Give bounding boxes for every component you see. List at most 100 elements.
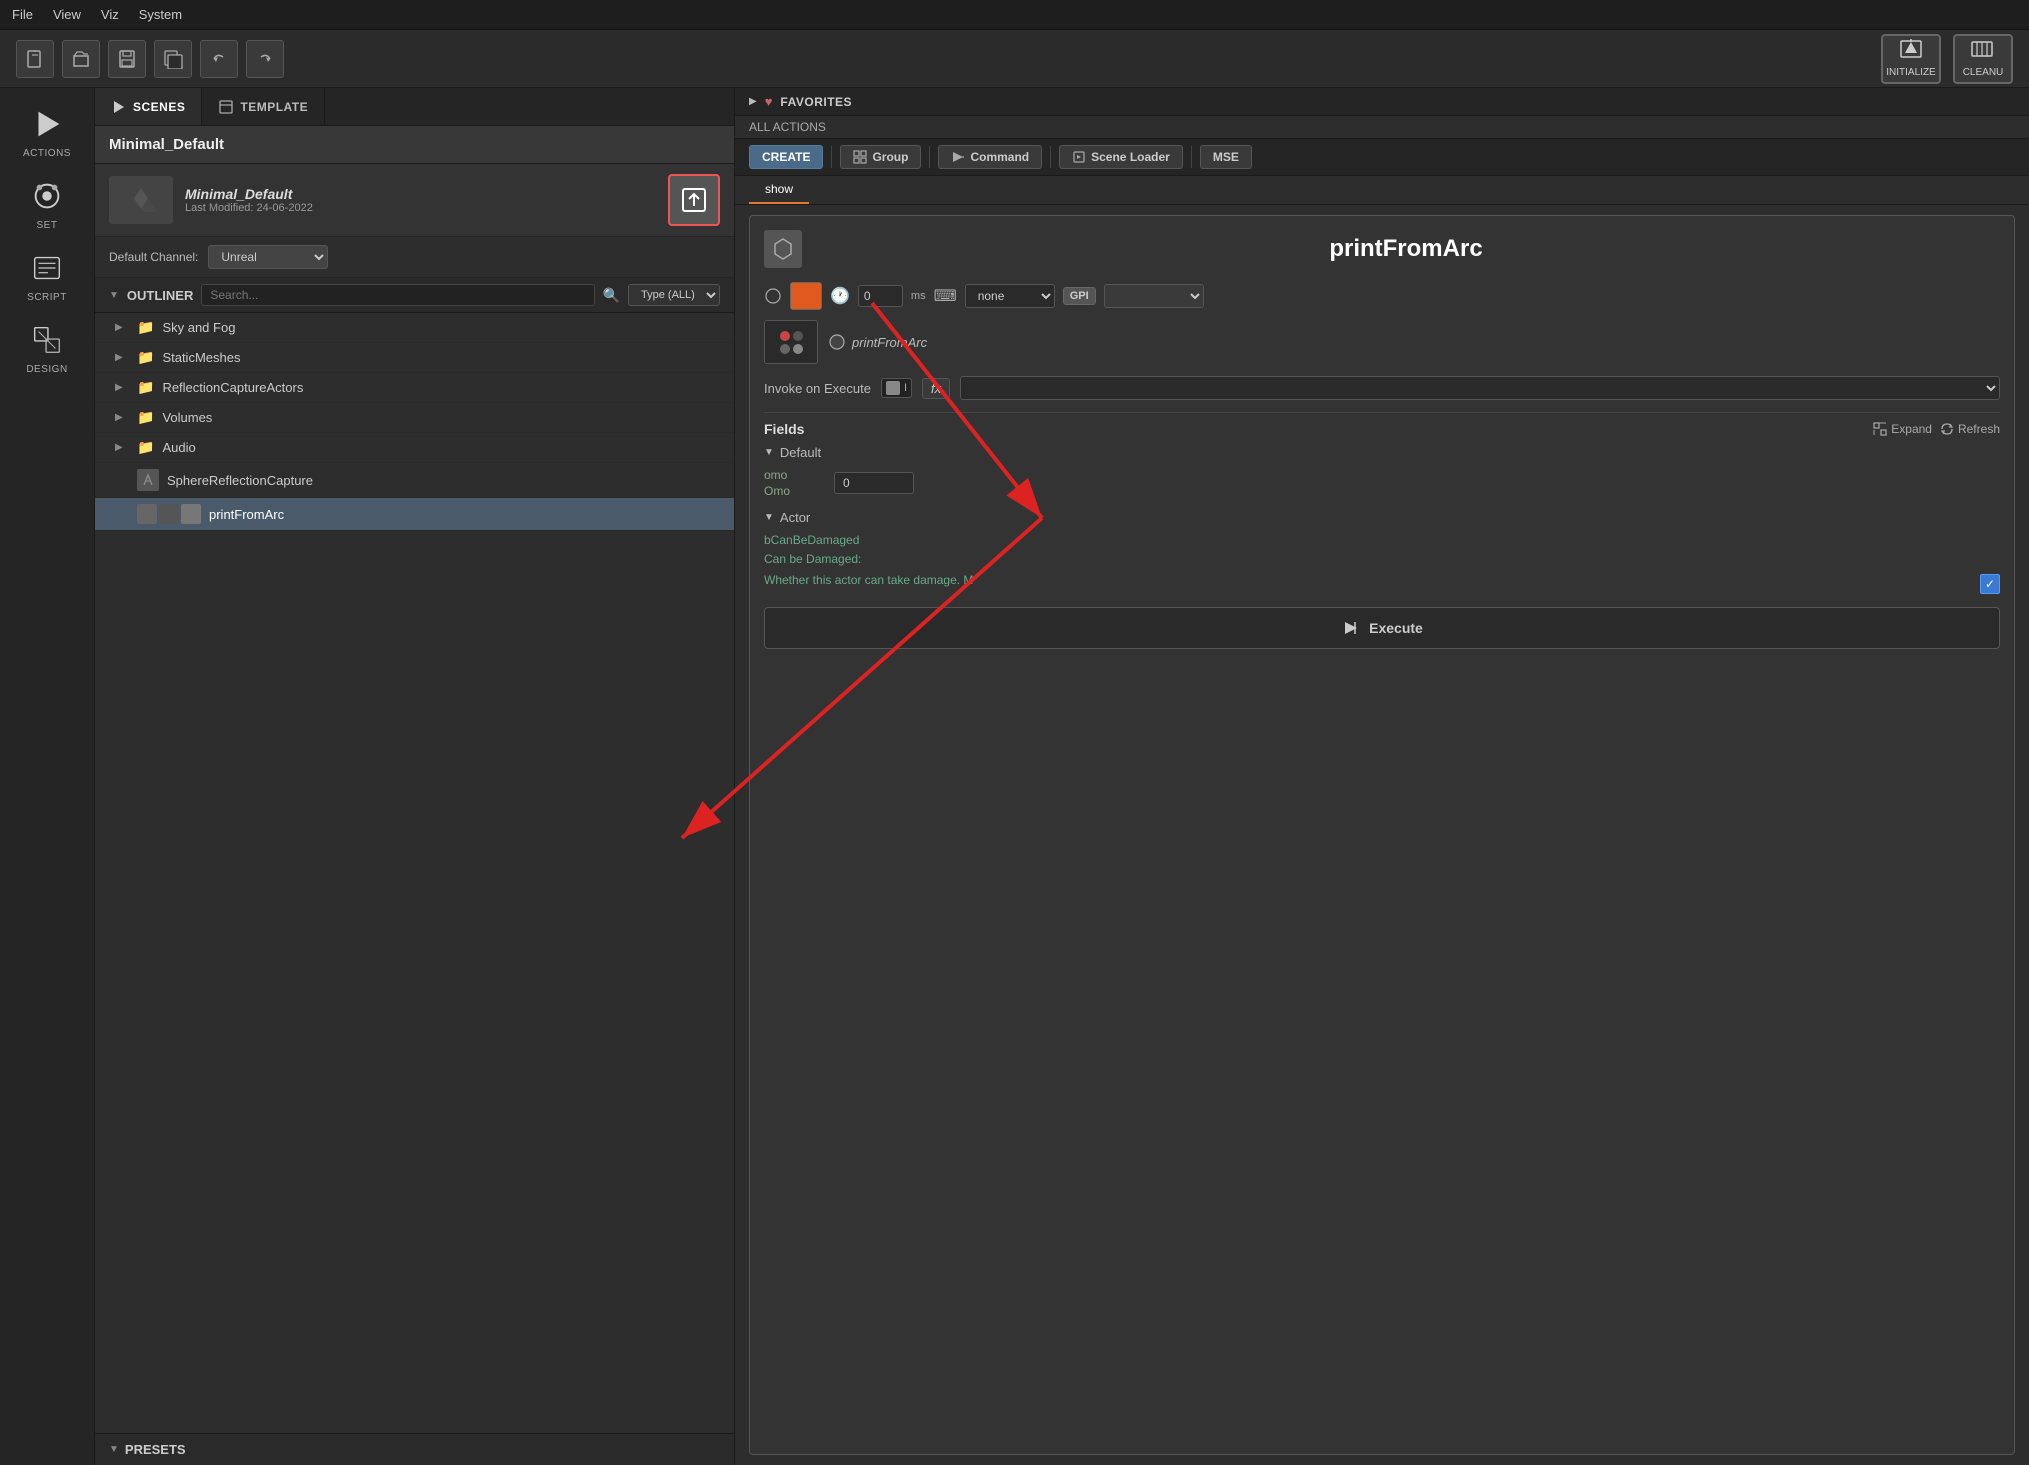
expand-arrow: ▶ bbox=[115, 382, 129, 393]
menu-file[interactable]: File bbox=[12, 7, 33, 22]
actor-field-main-label: Can be Damaged: bbox=[764, 552, 2000, 566]
command-title-row: printFromArc bbox=[764, 230, 2000, 268]
sidebar-item-set[interactable]: SET bbox=[10, 170, 85, 238]
save-button[interactable] bbox=[108, 40, 146, 78]
initialize-button[interactable]: INITIALIZE bbox=[1881, 34, 1941, 84]
expand-arrow: ▶ bbox=[115, 442, 129, 453]
tree-item-label: Volumes bbox=[162, 410, 212, 425]
scene-loader-label: Scene Loader bbox=[1091, 150, 1170, 164]
sidebar-item-script[interactable]: SCRIPT bbox=[10, 242, 85, 310]
tree-item-printfromarc[interactable]: ▶ printFromArc bbox=[95, 498, 734, 531]
gpi-dropdown[interactable] bbox=[1104, 284, 1204, 308]
execute-icon bbox=[1341, 618, 1361, 638]
sidebar-script-label: SCRIPT bbox=[27, 292, 67, 303]
template-tab-label: TEMPLATE bbox=[240, 100, 308, 114]
new-button[interactable] bbox=[16, 40, 54, 78]
toolbar: INITIALIZE CLEANU bbox=[0, 30, 2029, 88]
command-title: printFromArc bbox=[812, 235, 2000, 263]
mse-button[interactable]: MSE bbox=[1200, 145, 1252, 169]
expand-arrow: ▶ bbox=[115, 352, 129, 363]
cleanup-button[interactable]: CLEANU bbox=[1953, 34, 2013, 84]
scene-upload-button[interactable] bbox=[668, 174, 720, 226]
undo-button[interactable] bbox=[200, 40, 238, 78]
outliner-collapse-arrow[interactable]: ▼ bbox=[109, 290, 119, 301]
create-divider-4 bbox=[1191, 146, 1192, 168]
create-button[interactable]: CREATE bbox=[749, 145, 823, 169]
clock-icon: 🕐 bbox=[830, 286, 850, 306]
time-input[interactable] bbox=[858, 285, 903, 307]
refresh-button[interactable]: Refresh bbox=[1940, 422, 2000, 436]
omo-input[interactable] bbox=[834, 472, 914, 494]
can-be-damaged-checkbox[interactable]: ✓ bbox=[1980, 574, 2000, 594]
refresh-label: Refresh bbox=[1958, 422, 2000, 436]
gpi-select[interactable]: none bbox=[965, 284, 1055, 308]
tree-item-sphere[interactable]: ▶ SphereReflectionCapture bbox=[95, 463, 734, 498]
expand-button[interactable]: Expand bbox=[1873, 422, 1932, 436]
fields-header: Fields Expand bbox=[764, 421, 2000, 437]
tree-item-audio[interactable]: ▶ 📁 Audio bbox=[95, 433, 734, 463]
icon-sidebar: ACTIONS SET SCRIPT bbox=[0, 88, 95, 1465]
folder-icon: 📁 bbox=[137, 439, 154, 456]
command-icon bbox=[951, 150, 965, 164]
sidebar-design-label: DESIGN bbox=[26, 364, 67, 375]
tree-item-volumes[interactable]: ▶ 📁 Volumes bbox=[95, 403, 734, 433]
color-swatch[interactable] bbox=[790, 282, 822, 310]
presets-section[interactable]: ▼ PRESETS bbox=[95, 1433, 734, 1465]
invoke-row: Invoke on Execute I fx bbox=[764, 376, 2000, 400]
type-filter-select[interactable]: Type (ALL) bbox=[628, 284, 720, 306]
create-toolbar: CREATE Group bbox=[735, 139, 2029, 176]
folder-icon: 📁 bbox=[137, 319, 154, 336]
scenes-panel: SCENES TEMPLATE Minimal_Default bbox=[95, 88, 735, 1465]
menu-viz[interactable]: Viz bbox=[101, 7, 119, 22]
create-divider-2 bbox=[929, 146, 930, 168]
open-button[interactable] bbox=[62, 40, 100, 78]
favorites-label: FAVORITES bbox=[780, 95, 852, 109]
fx-button[interactable]: fx bbox=[922, 378, 950, 399]
actions-panel: ▶ ♥ FAVORITES ALL ACTIONS CREATE bbox=[735, 88, 2029, 1465]
scenes-tab-label: SCENES bbox=[133, 100, 185, 114]
sidebar-actions-label: ACTIONS bbox=[23, 148, 71, 159]
redo-button[interactable] bbox=[246, 40, 284, 78]
sidebar-item-actions[interactable]: ACTIONS bbox=[10, 98, 85, 166]
menu-view[interactable]: View bbox=[53, 7, 81, 22]
invoke-toggle[interactable]: I bbox=[881, 378, 912, 398]
tree-item-sky[interactable]: ▶ 📁 Sky and Fog bbox=[95, 313, 734, 343]
actor-section: ▼ Actor bCanBeDamaged Can be Damaged: Wh… bbox=[764, 510, 2000, 595]
action-thumbnail bbox=[764, 320, 818, 364]
expand-arrow: ▶ bbox=[115, 322, 129, 333]
sidebar-item-design[interactable]: DESIGN bbox=[10, 314, 85, 382]
scene-loader-button[interactable]: Scene Loader bbox=[1059, 145, 1183, 169]
default-section: ▼ Default omo Omo bbox=[764, 445, 2000, 498]
all-actions-bar: ALL ACTIONS bbox=[735, 116, 2029, 139]
tree-item-reflection[interactable]: ▶ 📁 ReflectionCaptureActors bbox=[95, 373, 734, 403]
gpi-label: GPI bbox=[1063, 287, 1096, 305]
fx-dropdown[interactable] bbox=[960, 376, 2000, 400]
initialize-label: INITIALIZE bbox=[1886, 67, 1935, 78]
action-name-label: printFromArc bbox=[828, 333, 927, 351]
tree-item-label: SphereReflectionCapture bbox=[167, 473, 313, 488]
show-tab[interactable]: show bbox=[749, 176, 809, 204]
actor-field-info: bCanBeDamaged Can be Damaged: bbox=[764, 533, 2000, 569]
sidebar-set-label: SET bbox=[37, 220, 58, 231]
tree-item-label: Audio bbox=[162, 440, 195, 455]
dot-red bbox=[780, 331, 790, 341]
outliner-search-input[interactable] bbox=[201, 284, 594, 306]
tab-scenes[interactable]: SCENES bbox=[95, 88, 202, 125]
toggle-dot bbox=[886, 381, 900, 395]
execute-button[interactable]: Execute bbox=[764, 607, 2000, 649]
show-tab-label: show bbox=[765, 182, 793, 196]
menubar: File View Viz System bbox=[0, 0, 2029, 30]
show-tab-row: show bbox=[735, 176, 2029, 205]
tree-item-staticmeshes[interactable]: ▶ 📁 StaticMeshes bbox=[95, 343, 734, 373]
section-arrow-actor: ▼ bbox=[764, 512, 774, 523]
tab-template[interactable]: TEMPLATE bbox=[202, 88, 325, 125]
fx-label: fx bbox=[931, 381, 941, 396]
folder-icon: 📁 bbox=[137, 379, 154, 396]
favorites-arrow[interactable]: ▶ bbox=[749, 96, 757, 107]
save-as-button[interactable] bbox=[154, 40, 192, 78]
section-title: Default bbox=[780, 445, 821, 460]
group-button[interactable]: Group bbox=[840, 145, 921, 169]
menu-system[interactable]: System bbox=[139, 7, 182, 22]
channel-select[interactable]: Unreal bbox=[208, 245, 328, 269]
command-button[interactable]: Command bbox=[938, 145, 1042, 169]
